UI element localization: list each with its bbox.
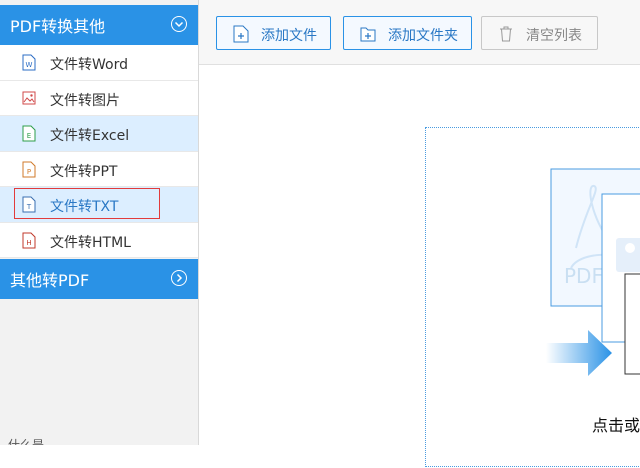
menu-item-label: 文件转图片 <box>50 92 120 109</box>
conversion-menu: W 文件转Word 文件转图片 E 文件转Excel P 文件转PPT T 文件… <box>0 45 198 258</box>
category-title: PDF转换其他 <box>10 17 106 36</box>
chevron-down-icon[interactable] <box>171 16 187 32</box>
add-file-icon <box>233 25 249 43</box>
add-folder-label: 添加文件夹 <box>388 28 458 44</box>
chevron-right-icon[interactable] <box>171 270 187 286</box>
svg-text:P: P <box>27 168 31 176</box>
sidebar: PDF转换其他 W 文件转Word 文件转图片 E 文件转Excel P 文件转… <box>0 0 199 445</box>
menu-item-to-image[interactable]: 文件转图片 <box>0 80 198 116</box>
image-file-icon <box>22 91 36 104</box>
ppt-file-icon: P <box>22 161 36 177</box>
add-file-label: 添加文件 <box>261 28 317 44</box>
svg-text:W: W <box>26 61 33 69</box>
txt-file-icon: T <box>22 196 36 213</box>
drop-hint-text: 点击或 <box>592 416 640 435</box>
clear-list-button[interactable]: 清空列表 <box>481 16 598 50</box>
menu-item-to-html[interactable]: H 文件转HTML <box>0 222 198 258</box>
word-file-icon: W <box>22 54 36 71</box>
trash-icon <box>500 26 512 42</box>
category-pdf-to-other[interactable]: PDF转换其他 <box>0 5 198 45</box>
menu-item-label: 文件转HTML <box>50 234 131 251</box>
excel-file-icon: E <box>22 125 36 142</box>
menu-item-label: 文件转Word <box>50 57 128 73</box>
svg-text:E: E <box>27 132 31 140</box>
menu-item-label: 文件转TXT <box>50 199 119 215</box>
menu-item-to-ppt[interactable]: P 文件转PPT <box>0 151 198 187</box>
menu-item-to-word[interactable]: W 文件转Word <box>0 45 198 81</box>
clear-list-label: 清空列表 <box>526 28 582 44</box>
html-file-icon: H <box>22 232 36 248</box>
toolbar: 添加文件 添加文件夹 清空列表 <box>199 0 640 65</box>
svg-text:H: H <box>26 239 31 247</box>
menu-item-label: 文件转PPT <box>50 163 118 180</box>
menu-item-to-excel[interactable]: E 文件转Excel <box>0 116 198 152</box>
menu-item-label: 文件转Excel <box>50 128 130 144</box>
menu-item-to-txt[interactable]: T 文件转TXT <box>0 187 198 223</box>
svg-text:T: T <box>26 203 32 211</box>
category-other-to-pdf[interactable]: 其他转PDF <box>0 259 198 299</box>
add-folder-icon <box>360 27 376 42</box>
pdf-label: PDF <box>564 264 603 288</box>
add-folder-button[interactable]: 添加文件夹 <box>343 16 472 50</box>
category-title: 其他转PDF <box>10 271 90 290</box>
help-link[interactable]: 什么是 <box>8 436 44 445</box>
add-file-button[interactable]: 添加文件 <box>216 16 331 50</box>
output-document-icon <box>624 273 640 375</box>
